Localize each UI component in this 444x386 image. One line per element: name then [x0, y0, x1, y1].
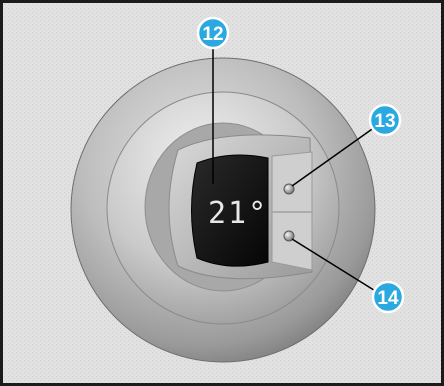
callout-13: 13 — [368, 103, 402, 137]
callout-13-label: 13 — [374, 111, 395, 132]
diagram-canvas: 21° 12 13 14 — [0, 0, 444, 386]
callout-12: 12 — [196, 16, 230, 50]
temperature-readout: 21° — [208, 196, 268, 231]
button-panel — [271, 151, 313, 271]
callout-14: 14 — [371, 280, 405, 314]
callout-12-label: 12 — [202, 24, 223, 45]
thermostat-diagram: 21° 12 13 14 — [0, 0, 444, 386]
callout-14-label: 14 — [377, 288, 399, 309]
